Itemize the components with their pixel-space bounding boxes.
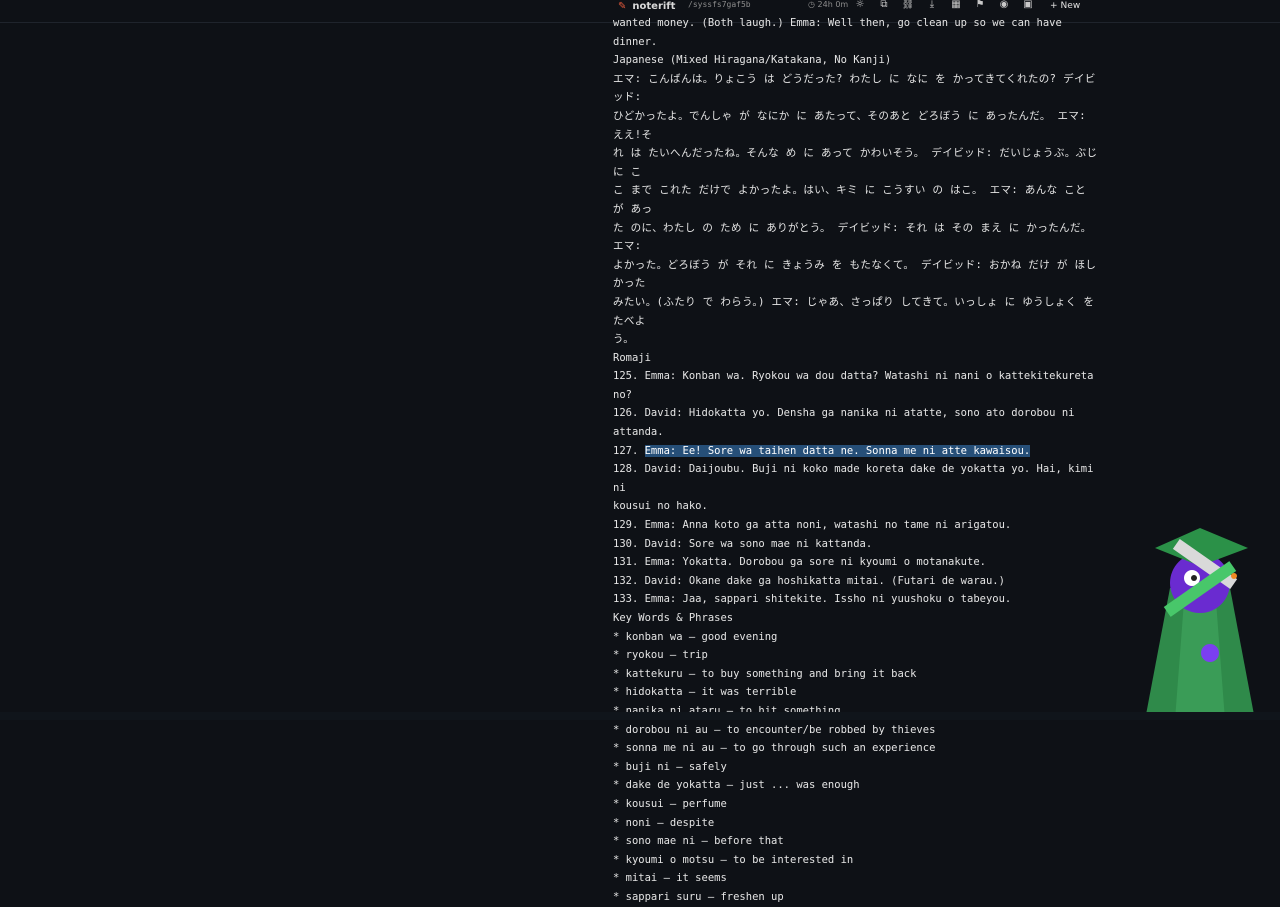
text-line: 130. David: Sore wa sono mae ni kattanda… (613, 537, 873, 550)
text-line: * kattekuru — to buy something and bring… (613, 667, 917, 680)
text-line: 125. Emma: Konban wa. Ryokou wa dou datt… (613, 370, 1100, 401)
text-line: れ は たいへんだったね。そんな め に あって かわいそう。 デイビッド: だ… (613, 147, 1105, 178)
text-line: Japanese (Mixed Hiragana/Katakana, No Ka… (613, 54, 892, 67)
text-line: Key Words & Phrases (613, 612, 734, 624)
download-icon[interactable]: ⤓ (925, 0, 939, 11)
text-line: kousui no hako. (613, 500, 708, 513)
lock-icon[interactable]: ▣ (1021, 0, 1035, 11)
text-line: た のに、わたし の ため に ありがとう。 デイビッド: それ は その まえ… (613, 221, 1099, 253)
new-button-label: New (1060, 1, 1081, 11)
text-line: * sonna me ni au — to go through such an… (613, 742, 936, 755)
timer-label: 24h 0m (817, 0, 849, 9)
text-line: ひどかったよ。でんしゃ が なにか に あたって、そのあと どろぼう に あった… (613, 109, 1093, 141)
text-line: * dorobou ni au — to encounter/be robbed… (613, 723, 936, 736)
text-line: う。 (613, 333, 635, 346)
text-line: 131. Emma: Yokatta. Dorobou ga sore ni k… (613, 556, 986, 569)
text-line: 132. David: Okane dake ga hoshikatta mit… (613, 574, 1005, 587)
text-line: * mitai — it seems (613, 872, 727, 885)
text-line: * dake de yokatta — just ... was enough (613, 779, 860, 792)
text-line: attanda. (613, 426, 664, 439)
text-line: * hidokatta — it was terrible (613, 686, 797, 699)
text-line: こ まで これた だけで よかったよ。はい、キミ に こうすい の はこ。 エマ… (613, 184, 1093, 215)
copy-icon[interactable]: ⧉ (877, 0, 891, 11)
text-line: * kousui — perfume (613, 797, 727, 810)
link-icon[interactable]: ⛓ (901, 0, 915, 11)
text-line: * noni — despite (613, 816, 715, 829)
text-line: * buji ni — safely (613, 760, 727, 773)
text-line: * ryokou — trip (613, 649, 708, 662)
text-line: * sono mae ni — before that (613, 835, 784, 848)
app-name: noterift (632, 0, 676, 12)
text-line: * kyoumi o motsu — to be interested in (613, 853, 854, 866)
text-line: 126. David: Hidokatta yo. Densha ga nani… (613, 407, 1075, 420)
text-line: よかった。どろぼう が それ に きょうみ を もたなくて。 デイビッド: おか… (613, 258, 1097, 290)
text-line: 129. Emma: Anna koto ga atta noni, watas… (613, 519, 1012, 532)
selected-text[interactable]: Emma: Ee! Sore wa taihen datta ne. Sonna… (644, 444, 1031, 457)
text-line: * sappari suru — freshen up (613, 890, 784, 903)
sun-icon[interactable]: ☼ (853, 0, 867, 11)
brand[interactable]: ✎ noterift (618, 0, 675, 12)
document-id: /syssfs7gaf5b (688, 0, 751, 9)
plus-icon: + (1050, 1, 1058, 11)
text-line: Romaji (613, 351, 651, 364)
timer: ◷ 24h 0m (808, 0, 849, 9)
bottom-strip (0, 712, 1280, 720)
text-line: エマ: こんばんは。りょこう は どうだった? わたし に なに を かってきて… (613, 72, 1096, 104)
pencil-logo-icon: ✎ (618, 0, 627, 12)
new-button[interactable]: + New (1050, 0, 1080, 12)
text-line: * konban wa — good evening (613, 630, 778, 643)
line-number: 127. (613, 444, 645, 457)
text-line: 127. Emma: Ee! Sore wa taihen datta ne. … (613, 442, 1103, 461)
graduate-mascot-icon (1145, 528, 1255, 720)
text-line: wanted money. (Both laugh.) Emma: Well t… (613, 17, 1069, 48)
editor-content[interactable]: wanted money. (Both laugh.) Emma: Well t… (613, 14, 1103, 907)
text-line: 133. Emma: Jaa, sappari shitekite. Issho… (613, 593, 1012, 606)
grid-icon[interactable]: ▦ (949, 0, 963, 11)
eye-icon[interactable]: ◉ (997, 0, 1011, 11)
text-line: みたい。(ふたり で わらう。) エマ: じゃあ、さっぱり してきて。いっしょ … (613, 295, 1102, 327)
flag-icon[interactable]: ⚑ (973, 0, 987, 11)
text-line: 128. David: Daijoubu. Buji ni koko made … (613, 463, 1100, 494)
